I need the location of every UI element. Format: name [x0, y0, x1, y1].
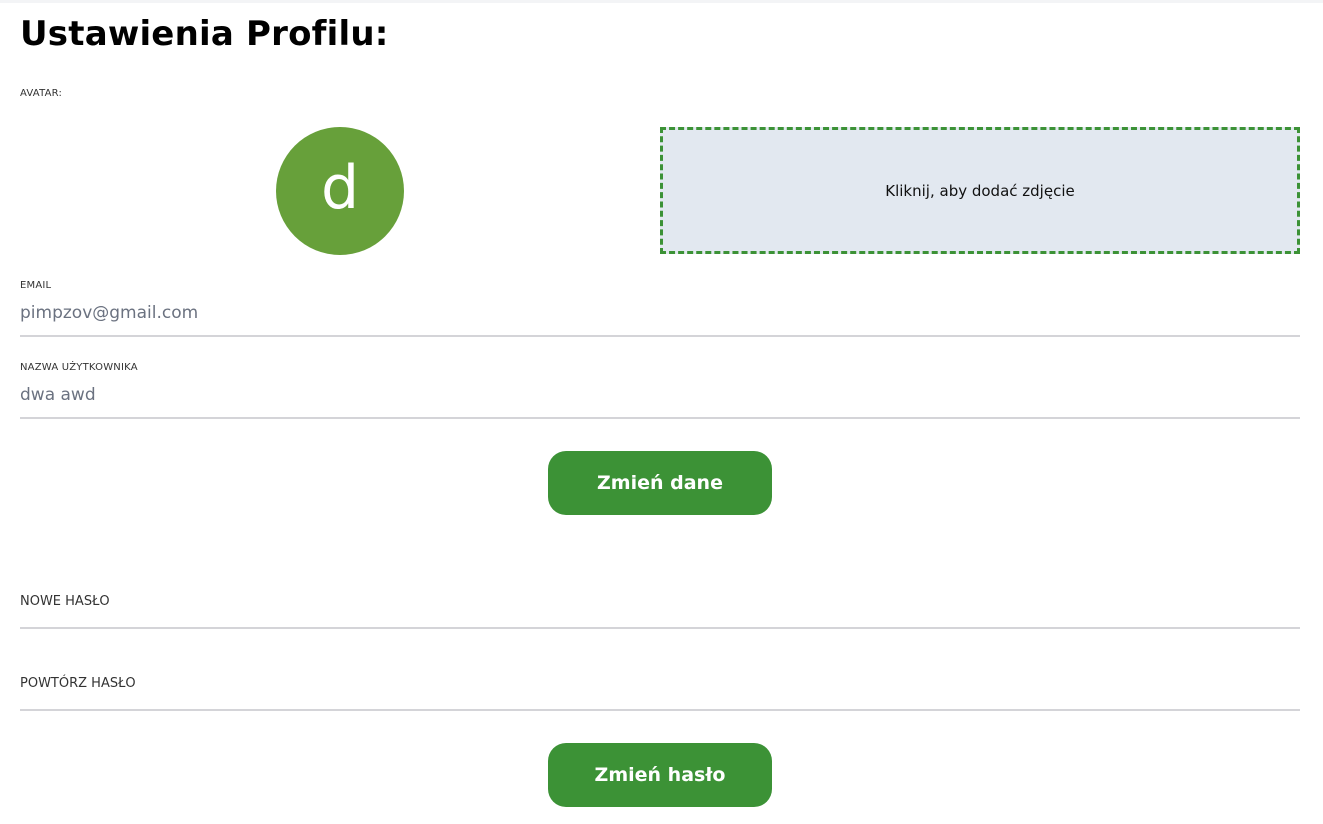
change-data-button[interactable]: Zmień dane [548, 451, 772, 515]
avatar-label: AVATAR: [20, 88, 63, 99]
username-underline [20, 417, 1300, 419]
email-underline [20, 335, 1300, 337]
repeat-password-field[interactable] [20, 684, 1300, 708]
avatar-initial: d [320, 153, 360, 223]
upload-prompt: Kliknij, aby dodać zdjęcie [885, 181, 1075, 200]
change-password-button[interactable]: Zmień hasło [548, 743, 772, 807]
repeat-password-underline [20, 709, 1300, 711]
username-label: NAZWA UŻYTKOWNIKA [20, 362, 138, 373]
username-field[interactable] [20, 383, 1300, 407]
email-field[interactable] [20, 301, 1300, 325]
new-password-field[interactable] [20, 602, 1300, 626]
avatar: d [276, 127, 404, 255]
new-password-underline [20, 627, 1300, 629]
page-title: Ustawienia Profilu: [20, 14, 389, 54]
avatar-upload-dropzone[interactable]: Kliknij, aby dodać zdjęcie [660, 127, 1300, 254]
top-border [0, 0, 1323, 3]
email-label: EMAIL [20, 280, 52, 291]
